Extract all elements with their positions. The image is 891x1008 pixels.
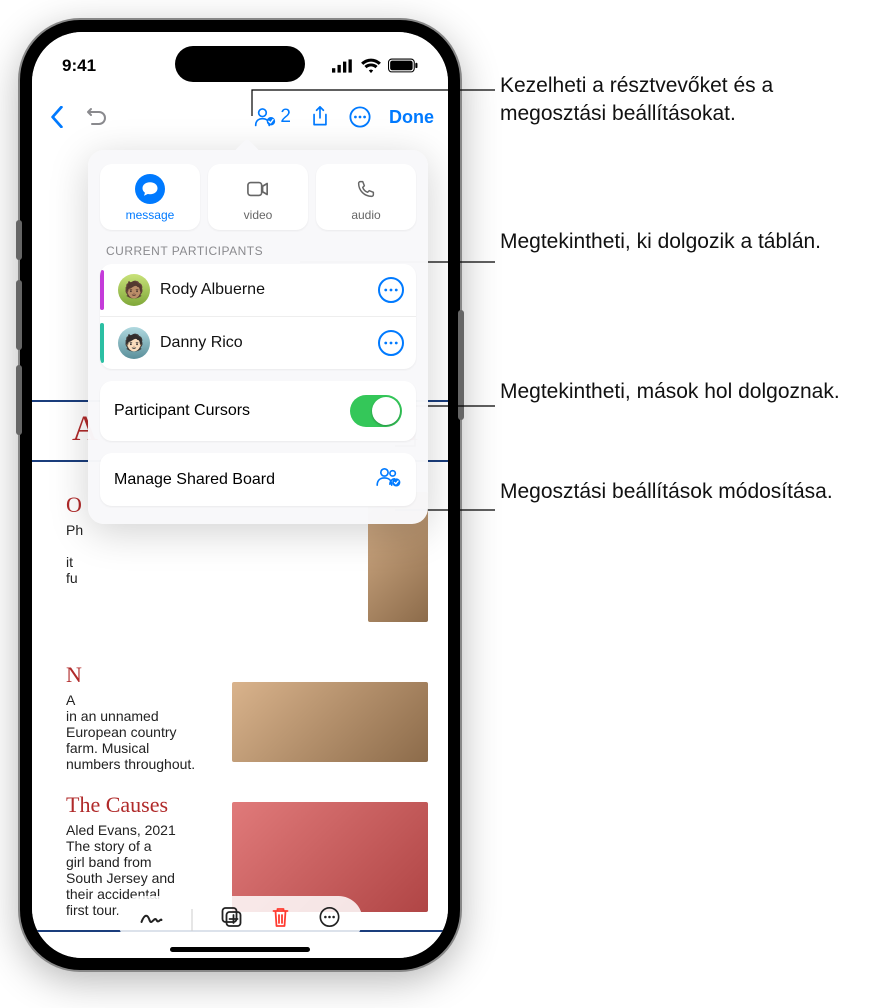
battery-icon [388,55,418,77]
share-icon [309,106,331,128]
video-button[interactable]: video [208,164,308,230]
participant-more-button[interactable] [378,277,404,303]
audio-label: audio [320,208,412,222]
manage-shared-board-button[interactable]: Manage Shared Board [100,453,416,506]
status-time: 9:41 [62,56,96,76]
communication-row: message video audio [100,164,416,230]
participant-more-button[interactable] [378,330,404,356]
share-button[interactable] [309,106,331,128]
bottom-toolbar [118,896,363,944]
participant-color [100,323,104,363]
status-icons [332,55,418,77]
avatar: 🧑🏽 [118,274,150,306]
participant-count: 2 [280,106,291,128]
ellipsis-circle-icon [349,106,371,128]
wifi-icon [360,55,382,77]
manage-shared-board-label: Manage Shared Board [114,471,275,489]
signal-icon [332,55,354,77]
participant-row[interactable]: 🧑🏻 Danny Rico [100,317,416,369]
avatar: 🧑🏻 [118,327,150,359]
participant-name: Rody Albuerne [160,281,368,299]
undo-button[interactable] [86,106,108,128]
video-icon [243,174,273,204]
trash-icon [271,906,291,928]
participants-list: 🧑🏽 Rody Albuerne 🧑🏻 Danny Rico [100,264,416,369]
ellipsis-circle-icon [319,906,341,928]
message-icon [135,174,165,204]
participant-cursors-row[interactable]: Participant Cursors [100,381,416,441]
ellipsis-icon [384,341,398,345]
participant-color [100,270,104,310]
back-button[interactable] [46,106,68,128]
cursors-card: Participant Cursors [100,381,416,441]
video-label: video [212,208,304,222]
phone-icon [351,174,381,204]
draw-tool[interactable] [140,909,164,932]
participant-row[interactable]: 🧑🏽 Rody Albuerne [100,264,416,317]
done-button[interactable]: Done [389,107,434,128]
top-toolbar: 2 Done [32,92,448,142]
separator [192,909,193,931]
audio-button[interactable]: audio [316,164,416,230]
more-button[interactable] [349,106,371,128]
duplicate-icon [221,906,243,928]
dynamic-island [175,46,305,82]
duplicate-tool[interactable] [221,906,243,934]
delete-tool[interactable] [271,906,291,934]
participants-section-label: CURRENT PARTICIPANTS [106,244,410,258]
message-label: message [104,208,196,222]
manage-card: Manage Shared Board [100,453,416,506]
participant-cursors-label: Participant Cursors [114,402,250,420]
person-share-icon [254,106,276,128]
undo-icon [86,106,108,128]
participant-cursors-toggle[interactable] [350,395,402,427]
scribble-icon [140,910,164,926]
people-share-icon [376,467,402,492]
collaborate-button[interactable]: 2 [254,106,291,128]
participant-name: Danny Rico [160,334,368,352]
more-tool[interactable] [319,906,341,934]
collaboration-popover: message video audio CURRENT PARTICIPANTS [88,150,428,524]
ellipsis-icon [384,288,398,292]
message-button[interactable]: message [100,164,200,230]
home-indicator[interactable] [170,947,310,952]
chevron-left-icon [46,106,68,128]
